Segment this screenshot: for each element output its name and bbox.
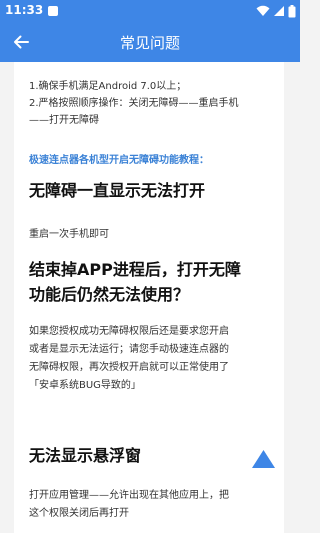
battery-icon bbox=[288, 4, 296, 17]
notification-icon bbox=[48, 6, 58, 16]
section-body-process-line-1: 如果您授权成功无障碍权限后还是要求您开启 bbox=[29, 326, 229, 337]
signal-icon bbox=[274, 6, 284, 16]
status-time: 11:33 bbox=[5, 3, 44, 17]
tutorial-link[interactable]: 极速连点器各机型开启无障碍功能教程： bbox=[29, 151, 274, 166]
intro-line-1: 1.确保手机满足Android 7.0以上； bbox=[29, 81, 187, 92]
section-body-process-line-2: 或者是显示无法运行；请您手动极速连点器的 bbox=[29, 344, 229, 355]
intro-line-3: ——打开无障碍 bbox=[29, 115, 99, 126]
app-bar: 常见问题 bbox=[0, 22, 300, 62]
section-title-process-line-1: 结束掉APP进程后，打开无障 bbox=[29, 260, 241, 279]
triangle-up-icon[interactable] bbox=[251, 449, 276, 469]
page-title: 常见问题 bbox=[119, 34, 180, 52]
wifi-icon bbox=[256, 5, 270, 16]
section-title-accessibility: 无障碍一直显示无法打开 bbox=[29, 181, 206, 200]
section-title-process-line-2: 功能后仍然无法使用？ bbox=[29, 285, 190, 304]
section-body-process-line-4: 「安卓系统BUG导致的」 bbox=[29, 380, 141, 391]
section-body-floating-line-1: 打开应用管理——允许出现在其他应用上，把 bbox=[29, 490, 229, 501]
status-icons bbox=[256, 4, 296, 18]
section-body-process-line-3: 无障碍权限，再次授权开启就可以正常使用了 bbox=[29, 362, 229, 373]
intro-line-2: 2.严格按照顺序操作：关闭无障碍——重启手机 bbox=[29, 98, 239, 109]
section-body-floating-line-2: 这个权限关闭后再打开 bbox=[29, 508, 129, 519]
faq-content: 1.确保手机满足Android 7.0以上； 2.严格按照顺序操作：关闭无障碍—… bbox=[14, 62, 284, 533]
section-title-floating-window: 无法显示悬浮窗 bbox=[29, 446, 142, 465]
section-body-accessibility: 重启一次手机即可 bbox=[29, 229, 109, 240]
status-bar: 11:33 bbox=[0, 0, 300, 22]
